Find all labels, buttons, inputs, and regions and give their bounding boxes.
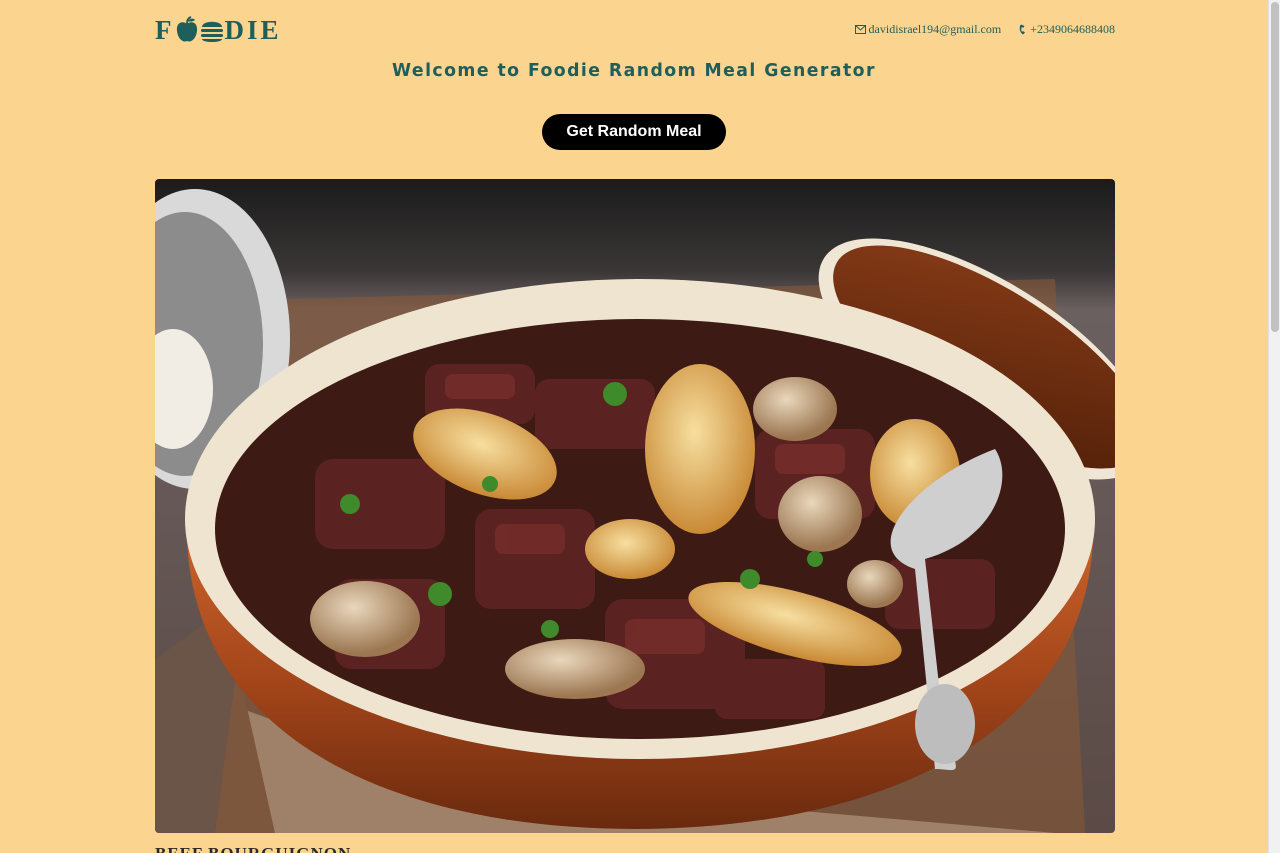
envelope-icon	[854, 25, 866, 34]
email-text: davidisrael194@gmail.com	[868, 22, 1002, 36]
apple-icon	[176, 16, 198, 44]
page-title: Welcome to Foodie Random Meal Generator	[392, 60, 876, 81]
phone-text: +2349064688408	[1030, 22, 1115, 36]
scrollbar-thumb[interactable]	[1271, 2, 1279, 332]
page: F DIE davidisrael194@gmail.com +23490646…	[0, 0, 1268, 853]
get-random-meal-button[interactable]: Get Random Meal	[542, 114, 726, 150]
vertical-scrollbar[interactable]	[1268, 0, 1280, 853]
header: F DIE davidisrael194@gmail.com +23490646…	[155, 14, 1115, 46]
contact-info: davidisrael194@gmail.com +2349064688408	[854, 22, 1115, 37]
burger-icon	[200, 16, 224, 44]
email-contact[interactable]: davidisrael194@gmail.com	[854, 22, 1002, 37]
meal-image	[155, 179, 1115, 833]
logo[interactable]: F DIE	[155, 14, 282, 46]
logo-letters-die: DIE	[224, 14, 282, 45]
phone-contact[interactable]: +2349064688408	[1019, 22, 1115, 37]
meal-name: BEEF BOURGUIGNON	[155, 844, 351, 853]
phone-icon	[1019, 24, 1027, 35]
logo-letter-f: F	[155, 14, 175, 45]
